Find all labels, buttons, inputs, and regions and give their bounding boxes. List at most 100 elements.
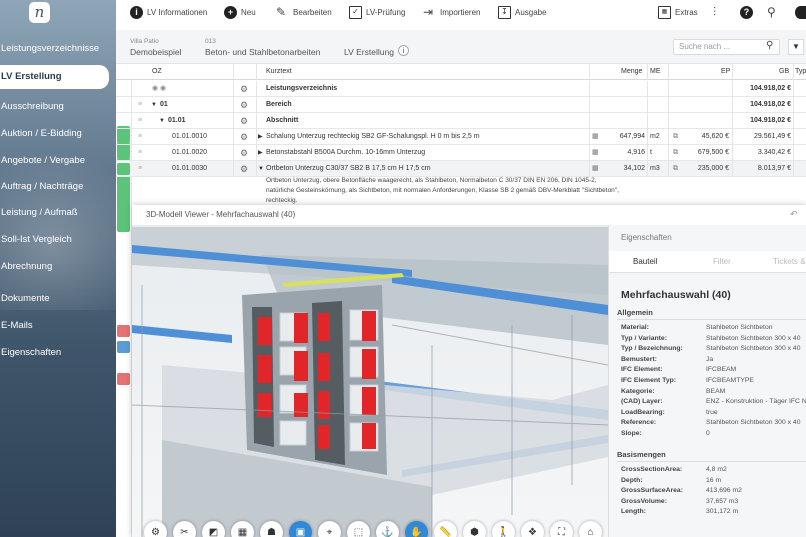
chevron-down-icon[interactable]: ▼ bbox=[159, 113, 165, 129]
sidebar-item-leistung-aufma-[interactable]: Leistung / Aufmaß bbox=[0, 204, 116, 222]
user-avatar[interactable] bbox=[795, 0, 806, 24]
table-row[interactable]: ≡ 01.01.0020 ⚙ ▶ Betonstabstahl B500A Durchm… bbox=[116, 145, 806, 161]
breadcrumb-project[interactable]: Demobeispiel bbox=[130, 47, 182, 57]
col-kurztext[interactable]: Kurztext bbox=[266, 64, 292, 80]
property-row: IFC Element: IFCBEAM bbox=[621, 365, 806, 375]
search-button[interactable]: ⚲ bbox=[767, 0, 780, 24]
tab-bauteil[interactable]: Bauteil bbox=[633, 251, 657, 273]
sidebar-item-auftrag-nachtr-ge[interactable]: Auftrag / Nachträge bbox=[0, 178, 116, 196]
hand-tool-button[interactable]: ✋ bbox=[405, 521, 428, 537]
sidebar-item-e-mails[interactable]: E-Mails bbox=[0, 317, 116, 335]
help-button[interactable]: ? bbox=[740, 0, 753, 24]
property-key: IFC Element: bbox=[621, 366, 663, 374]
lv-informationen-button[interactable]: i LV Informationen bbox=[130, 0, 207, 24]
property-row: GrossVolume: 37,657 m3 bbox=[621, 497, 806, 507]
gear-icon[interactable]: ⚙ bbox=[240, 97, 248, 113]
filter-icon[interactable]: ▼ bbox=[788, 39, 804, 55]
property-row: Bemustert: Ja bbox=[621, 355, 806, 365]
property-value: BEAM bbox=[706, 387, 726, 395]
explode-tool-button[interactable]: ❖ bbox=[521, 521, 544, 537]
neu-button[interactable]: + Neu bbox=[224, 0, 256, 24]
chevron-down-icon[interactable]: ▼ bbox=[258, 161, 264, 177]
select-box-tool-button[interactable]: ⬚ bbox=[347, 521, 370, 537]
calculator-icon[interactable]: ▦ bbox=[592, 129, 599, 145]
sidebar: n Leistungsverzeichnisse LV Erstellung Aus… bbox=[0, 0, 116, 537]
info-circle-icon[interactable]: i bbox=[398, 45, 409, 56]
cell-ep: 45,620 € bbox=[701, 133, 729, 140]
drag-handle-icon[interactable]: ≡ bbox=[138, 145, 142, 161]
col-gb[interactable]: GB bbox=[779, 64, 789, 80]
property-value: 0 bbox=[706, 430, 710, 437]
sidebar-item-eigenschaften[interactable]: Eigenschaften bbox=[0, 344, 116, 362]
undo-icon[interactable]: ↶ bbox=[790, 209, 798, 220]
sidebar-item-angebote-vergabe[interactable]: Angebote / Vergabe bbox=[0, 152, 116, 170]
table-row[interactable]: ≡ ▼ 01.01 ⚙ Abschnitt 104.918,02 € bbox=[116, 113, 806, 129]
gear-icon[interactable]: ⚙ bbox=[240, 113, 248, 129]
sidebar-item-lv-erstellung[interactable]: LV Erstellung bbox=[0, 65, 109, 89]
cube-tool-button[interactable]: ⬢ bbox=[463, 521, 486, 537]
chevron-right-icon[interactable]: ▶ bbox=[258, 145, 263, 161]
gear-icon[interactable]: ⚙ bbox=[240, 161, 248, 177]
sidebar-item-dokumente[interactable]: Dokumente bbox=[0, 290, 116, 308]
expand-collapse-icon[interactable]: ◉ ◉ bbox=[152, 81, 166, 97]
gear-icon[interactable]: ⚙ bbox=[240, 145, 248, 161]
status-indicator bbox=[117, 147, 130, 159]
fit-tool-button[interactable]: ⛶ bbox=[550, 521, 573, 537]
3d-model-canvas[interactable]: ⚙ ✂ ◩ ▦ ☗ ▣ ⌖ ⬚ ⚓ ✋ 📏 ⬢ 🚶 ❖ ⛶ ⌂ bbox=[132, 225, 608, 537]
calculator-icon[interactable]: ▦ bbox=[592, 161, 599, 177]
col-ep[interactable]: EP bbox=[721, 64, 730, 80]
bearbeiten-label: Bearbeiten bbox=[293, 7, 332, 17]
drag-handle-icon[interactable]: ≡ bbox=[138, 161, 142, 177]
filter-settings-button[interactable]: ⫶ bbox=[713, 0, 726, 24]
drag-handle-icon[interactable]: ≡ bbox=[138, 97, 142, 113]
tab-tickets[interactable]: Tickets & bbox=[773, 251, 806, 273]
grid-tool-button[interactable]: ▦ bbox=[231, 521, 254, 537]
settings-tool-button[interactable]: ⚙ bbox=[144, 521, 167, 537]
sidebar-item-soll-ist-vergleich[interactable]: Soll-Ist Vergleich bbox=[0, 231, 116, 249]
tab-filter[interactable]: Filter bbox=[713, 251, 731, 273]
cell-ep: 679,500 € bbox=[697, 149, 729, 156]
extras-label: Extras bbox=[675, 7, 698, 17]
sidebar-item-abrechnung[interactable]: Abrechnung bbox=[0, 258, 116, 276]
gear-icon[interactable]: ⚙ bbox=[240, 81, 248, 97]
home-tool-button[interactable]: ⌂ bbox=[579, 521, 602, 537]
status-indicator bbox=[117, 174, 130, 232]
person-tool-button[interactable]: 🚶 bbox=[492, 521, 515, 537]
calculator-icon[interactable]: ▦ bbox=[592, 145, 599, 161]
search-submit-icon[interactable]: ⚲ bbox=[766, 40, 773, 51]
table-row[interactable]: ≡ ▼ 01 ⚙ Bereich 104.918,02 € bbox=[116, 97, 806, 113]
col-oz[interactable]: OZ bbox=[152, 64, 162, 80]
sidebar-item-auktion-e-bidding[interactable]: Auktion / E-Bidding bbox=[0, 125, 116, 143]
bearbeiten-button[interactable]: ✎ Bearbeiten bbox=[276, 0, 332, 24]
chevron-down-icon[interactable]: ▼ bbox=[151, 97, 157, 113]
help-icon: ? bbox=[740, 5, 753, 19]
save-view-tool-button[interactable]: ▣ bbox=[289, 521, 312, 537]
hierarchy-tool-button[interactable]: ☗ bbox=[260, 521, 283, 537]
table-row[interactable]: ◉ ◉ ⚙ Leistungsverzeichnis 104.918,02 € bbox=[116, 81, 806, 97]
breadcrumb-lot[interactable]: Beton- und Stahlbetonarbeiten bbox=[205, 47, 320, 57]
target-tool-button[interactable]: ⌖ bbox=[318, 521, 341, 537]
half-cube-tool-button[interactable]: ◩ bbox=[202, 521, 225, 537]
search-input[interactable]: Suche nach ... bbox=[673, 39, 780, 55]
gear-icon[interactable]: ⚙ bbox=[240, 129, 248, 145]
table-row[interactable]: ≡ 01.01.0010 ⚙ ▶ Schalung Unterzug rechtecki… bbox=[116, 129, 806, 145]
lv-pruefung-button[interactable]: ✓ LV-Prüfung bbox=[349, 0, 405, 24]
chevron-right-icon[interactable]: ▶ bbox=[258, 129, 263, 145]
save-view-tool-icon: ▣ bbox=[295, 527, 306, 537]
properties-tabs: Bauteil Filter Tickets & bbox=[609, 251, 806, 273]
sidebar-item-ausschreibung[interactable]: Ausschreibung bbox=[0, 98, 116, 116]
col-me[interactable]: ME bbox=[650, 64, 661, 80]
extras-button[interactable]: ▦ Extras bbox=[658, 0, 698, 24]
table-row[interactable]: ≡ 01.01.0030 ⚙ ▼ Ortbeton Unterzug C30/37 SB… bbox=[116, 161, 806, 177]
importieren-button[interactable]: ⇥ Importieren bbox=[423, 0, 480, 24]
measure-tool-button[interactable]: 📏 bbox=[434, 521, 457, 537]
drag-handle-icon[interactable]: ≡ bbox=[138, 113, 142, 129]
col-menge[interactable]: Menge bbox=[621, 64, 642, 80]
wrench-tool-button[interactable]: ✂ bbox=[173, 521, 196, 537]
col-typ[interactable]: Typ bbox=[795, 64, 806, 80]
app-logo[interactable]: n bbox=[29, 2, 50, 23]
sidebar-item-leistungsverzeichnisse[interactable]: Leistungsverzeichnisse bbox=[0, 40, 116, 58]
ausgabe-button[interactable]: ↧ Ausgabe bbox=[498, 0, 547, 24]
drag-handle-icon[interactable]: ≡ bbox=[138, 129, 142, 145]
anchor-tool-button[interactable]: ⚓ bbox=[376, 521, 399, 537]
